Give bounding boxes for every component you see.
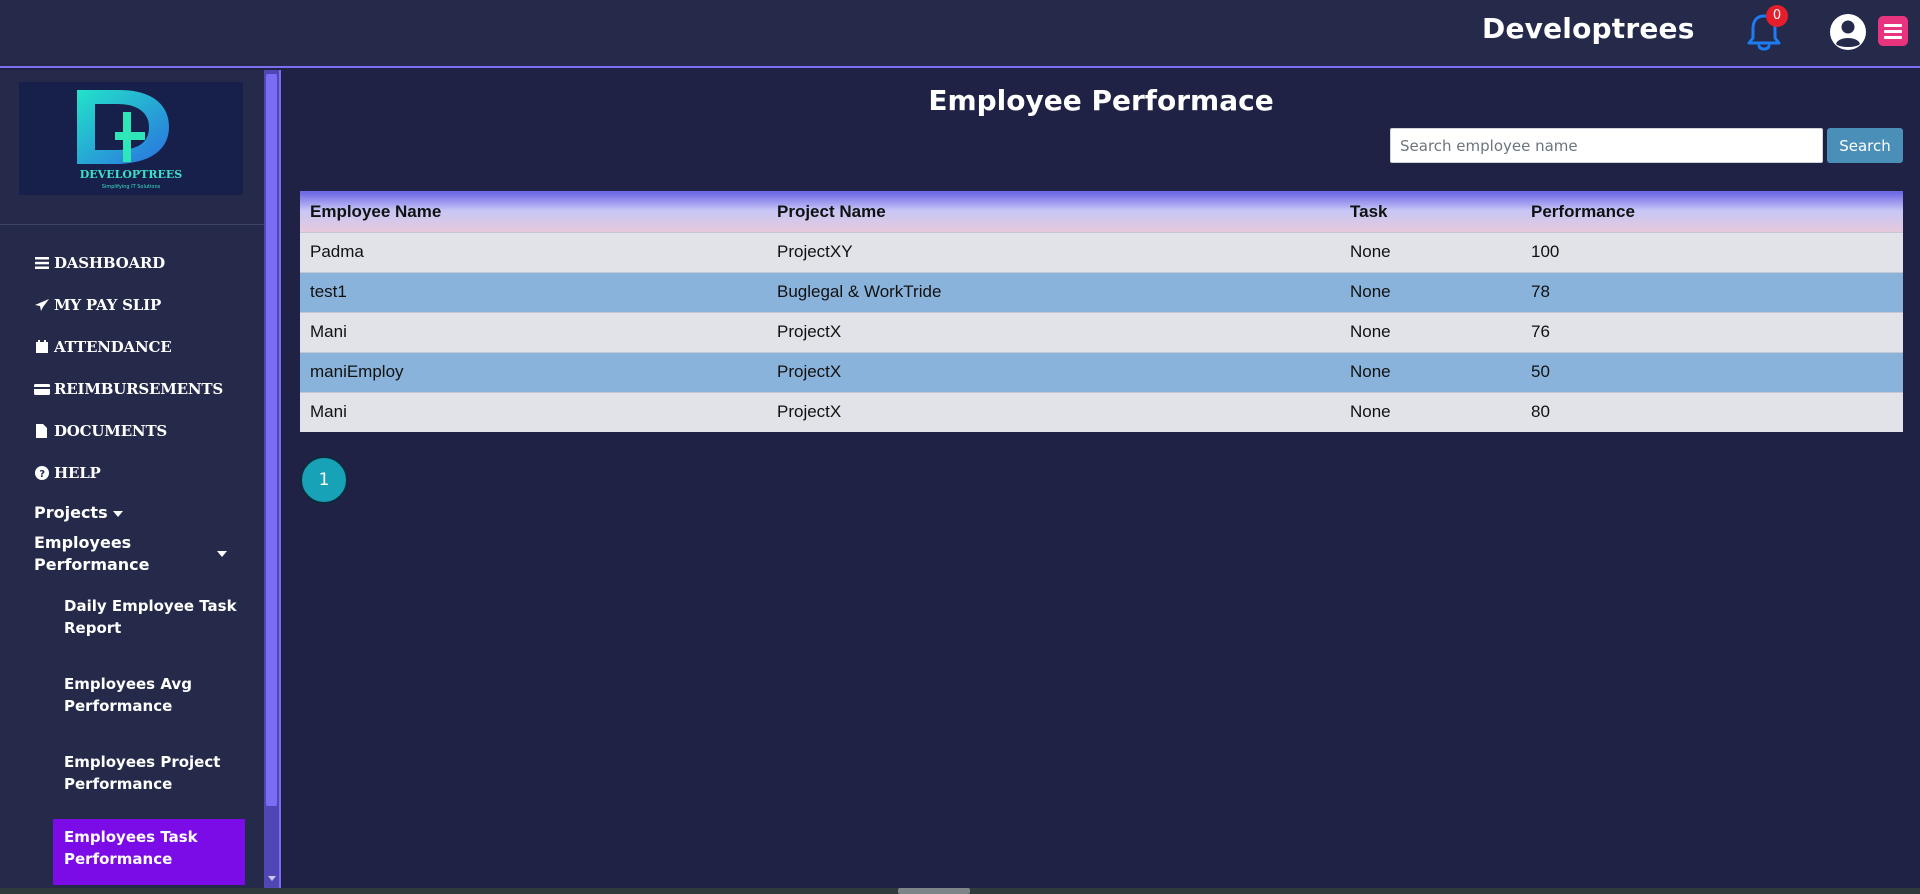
cell-task: None xyxy=(1340,391,1521,432)
sidebar-item-projects[interactable]: Projects xyxy=(34,503,124,522)
cell-project-name: ProjectX xyxy=(767,311,1340,352)
content-divider xyxy=(279,70,281,888)
table-row[interactable]: maniEmploy ProjectX None 50 xyxy=(300,351,1903,392)
cell-task: None xyxy=(1340,271,1521,312)
projects-label: Projects xyxy=(34,503,108,522)
column-header-performance[interactable]: Performance xyxy=(1521,191,1903,232)
scroll-down-arrow-icon[interactable] xyxy=(268,876,276,881)
sidebar-item-label: DOCUMENTS xyxy=(54,422,168,440)
user-profile-icon[interactable] xyxy=(1828,12,1868,52)
cell-project-name: ProjectXY xyxy=(767,231,1340,272)
cell-performance: 50 xyxy=(1521,351,1903,392)
cell-performance: 100 xyxy=(1521,231,1903,272)
hamburger-menu-button[interactable] xyxy=(1878,16,1908,46)
logo-tagline: Simplifying IT Solutions xyxy=(102,184,161,190)
sidebar-item-label: MY PAY SLIP xyxy=(54,296,162,314)
sidebar-divider xyxy=(0,224,264,225)
employees-performance-label: Employees Performance xyxy=(34,533,150,574)
sidebar-item-label: REIMBURSEMENTS xyxy=(54,380,223,398)
cell-employee-name: Mani xyxy=(300,391,767,432)
table-row[interactable]: test1 Buglegal & WorkTride None 78 xyxy=(300,271,1903,312)
caret-down-icon xyxy=(113,511,124,517)
company-logo[interactable]: DEVELOPTREES Simplifying IT Solutions xyxy=(19,82,243,195)
performance-table: Employee Name Project Name Task Performa… xyxy=(300,191,1903,432)
table-row[interactable]: Padma ProjectXY None 100 xyxy=(300,231,1903,272)
column-header-employee-name[interactable]: Employee Name xyxy=(300,191,767,232)
brand-title: Developtrees xyxy=(1482,12,1695,45)
menu-line-icon xyxy=(1884,30,1902,33)
paper-plane-icon xyxy=(35,299,49,311)
pagination-page-button[interactable]: 1 xyxy=(300,456,348,504)
notification-count-badge: 0 xyxy=(1766,5,1788,27)
page-title: Employee Performace xyxy=(928,84,1274,117)
cell-project-name: ProjectX xyxy=(767,391,1340,432)
cell-performance: 76 xyxy=(1521,311,1903,352)
column-header-project-name[interactable]: Project Name xyxy=(767,191,1340,232)
search-input[interactable] xyxy=(1390,128,1823,163)
cell-task: None xyxy=(1340,231,1521,272)
sidebar-item-my-pay-slip[interactable]: MY PAY SLIP xyxy=(34,296,161,314)
table-header-row: Employee Name Project Name Task Performa… xyxy=(300,191,1903,232)
cell-project-name: Buglegal & WorkTride xyxy=(767,271,1340,312)
logo-text: DEVELOPTREES xyxy=(80,168,183,181)
svg-text:?: ? xyxy=(39,469,45,480)
search-button[interactable]: Search xyxy=(1827,128,1903,163)
cell-employee-name: test1 xyxy=(300,271,767,312)
cell-employee-name: Mani xyxy=(300,311,767,352)
sidebar-item-reimbursements[interactable]: REIMBURSEMENTS xyxy=(34,380,223,398)
sidebar-item-attendance[interactable]: ATTENDANCE xyxy=(34,338,172,356)
calendar-icon xyxy=(36,340,48,353)
sidebar-subitem-task-performance[interactable]: Employees Task Performance xyxy=(53,819,245,885)
file-icon xyxy=(36,424,47,438)
menu-line-icon xyxy=(1884,36,1902,39)
sidebar-item-label: HELP xyxy=(54,464,101,482)
cell-employee-name: maniEmploy xyxy=(300,351,767,392)
cell-performance: 80 xyxy=(1521,391,1903,432)
sidebar-subitem-project-performance[interactable]: Employees Project Performance xyxy=(64,751,244,795)
sidebar-item-dashboard[interactable]: DASHBOARD xyxy=(34,254,165,272)
credit-card-icon xyxy=(34,384,50,395)
column-header-task[interactable]: Task xyxy=(1340,191,1521,232)
cell-performance: 78 xyxy=(1521,271,1903,312)
sidebar-item-help[interactable]: ? HELP xyxy=(34,464,101,482)
table-row[interactable]: Mani ProjectX None 80 xyxy=(300,391,1903,432)
sidebar: DEVELOPTREES Simplifying IT Solutions DA… xyxy=(0,70,264,888)
horizontal-scrollbar-thumb[interactable] xyxy=(898,888,970,894)
sidebar-scrollbar-thumb[interactable] xyxy=(266,74,277,806)
top-header: Developtrees 0 xyxy=(0,0,1920,68)
sidebar-item-employees-performance[interactable]: Employees Performance xyxy=(34,532,184,576)
sidebar-item-documents[interactable]: DOCUMENTS xyxy=(34,422,167,440)
sidebar-item-label: DASHBOARD xyxy=(54,254,165,272)
cell-task: None xyxy=(1340,351,1521,392)
question-circle-icon: ? xyxy=(35,466,49,480)
cell-task: None xyxy=(1340,311,1521,352)
sidebar-subitem-daily-task-report[interactable]: Daily Employee Task Report xyxy=(64,595,244,639)
cell-project-name: ProjectX xyxy=(767,351,1340,392)
table-row[interactable]: Mani ProjectX None 76 xyxy=(300,311,1903,352)
cell-employee-name: Padma xyxy=(300,231,767,272)
logo-mark-icon: DEVELOPTREES Simplifying IT Solutions xyxy=(77,90,183,190)
menu-line-icon xyxy=(1884,24,1902,27)
sidebar-item-label: ATTENDANCE xyxy=(54,338,172,356)
bars-icon xyxy=(35,257,49,269)
caret-down-icon[interactable] xyxy=(217,550,227,558)
sidebar-subitem-avg-performance[interactable]: Employees Avg Performance xyxy=(64,673,244,717)
